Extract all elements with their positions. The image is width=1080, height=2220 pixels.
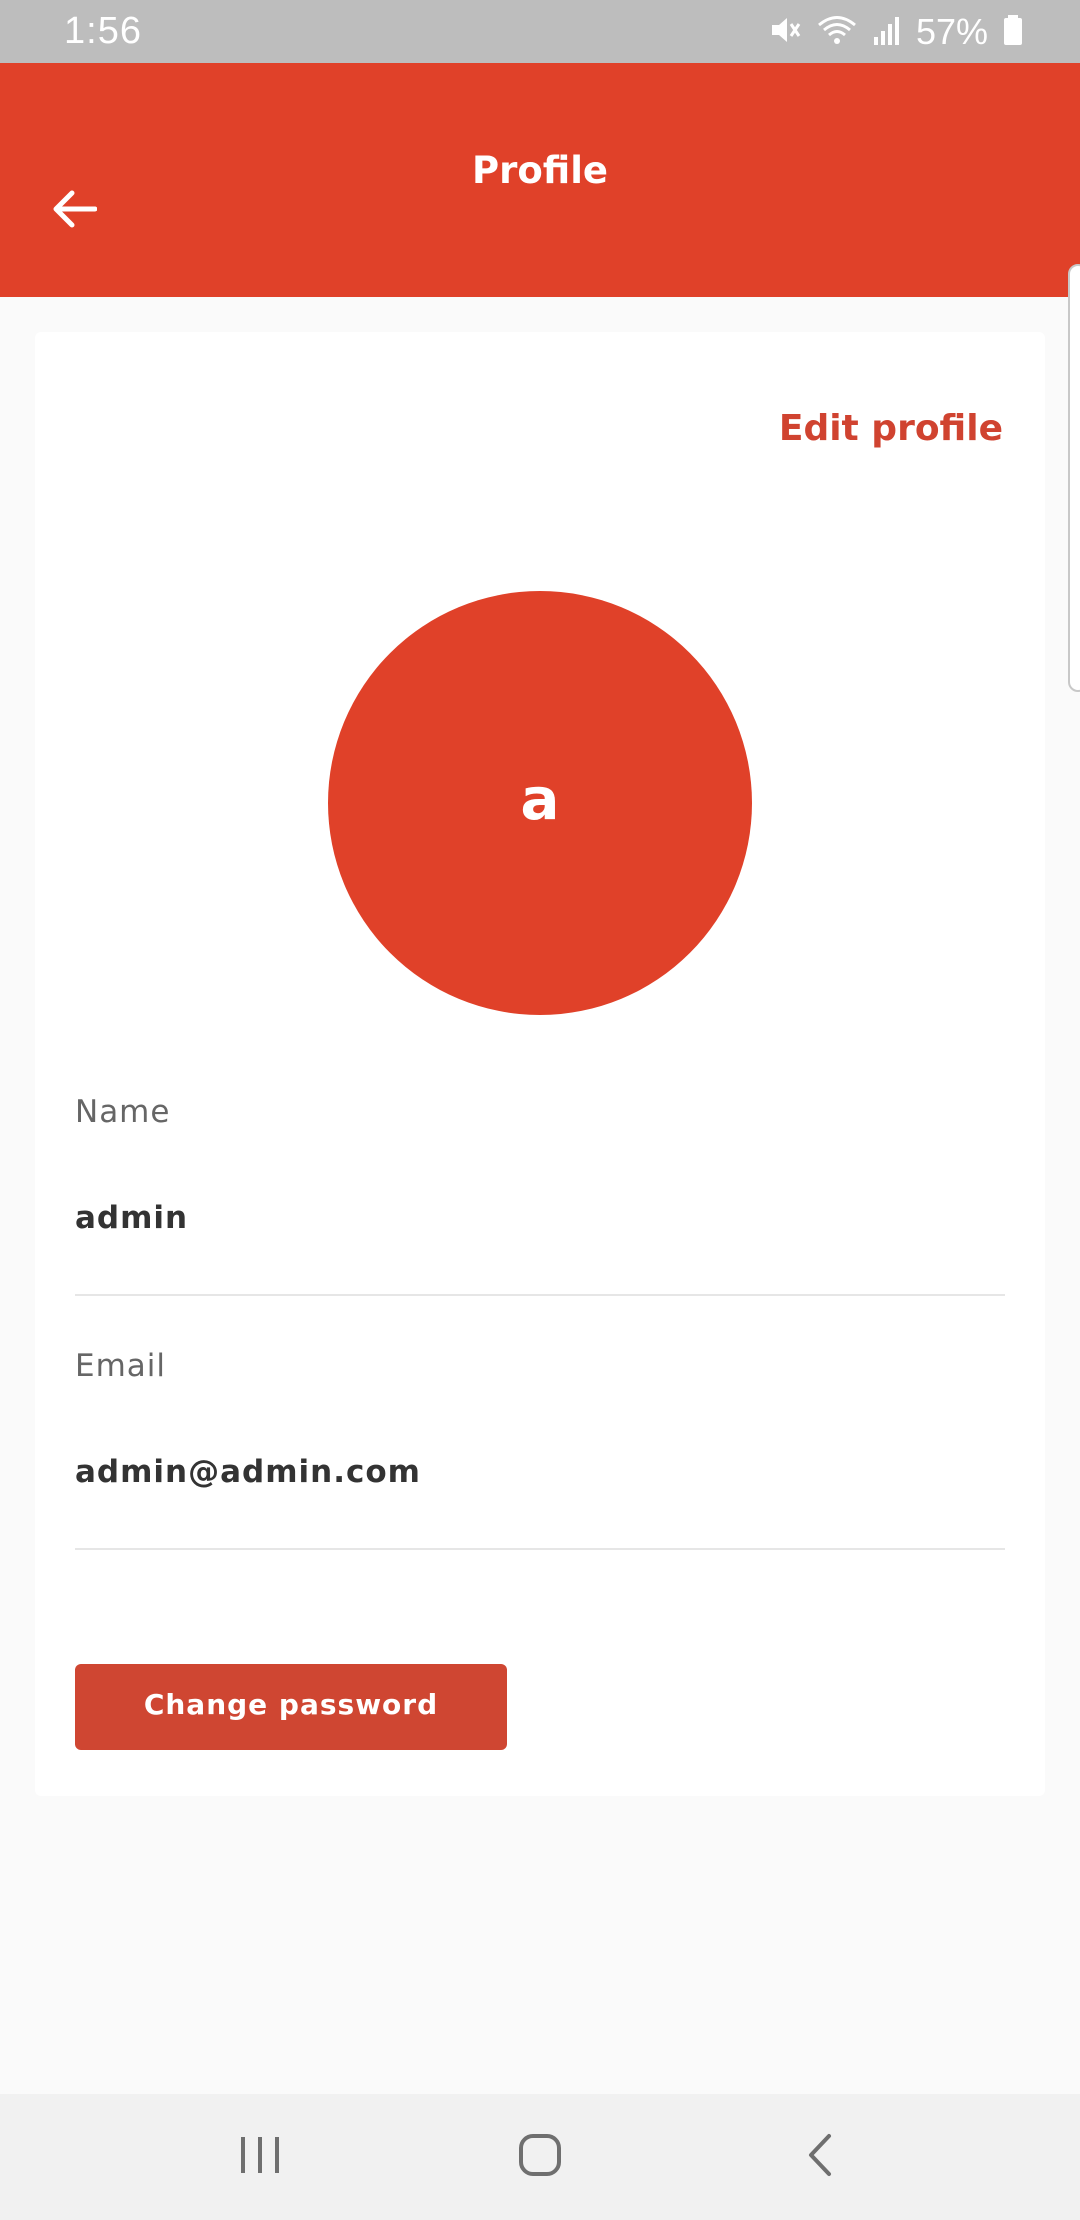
recents-button[interactable] — [210, 2107, 310, 2207]
profile-card: Edit profile a Name admin Email admin@ad… — [35, 332, 1045, 1796]
name-value: admin — [75, 1200, 189, 1236]
name-label: Name — [75, 1094, 171, 1130]
status-bar: 1:56 57% — [0, 0, 1080, 63]
email-value: admin@admin.com — [75, 1454, 421, 1490]
home-icon — [517, 2132, 563, 2182]
avatar: a — [328, 591, 752, 1015]
edge-panel-handle[interactable] — [1068, 264, 1080, 692]
home-button[interactable] — [490, 2107, 590, 2207]
system-nav-bar — [0, 2094, 1080, 2220]
recents-icon — [237, 2134, 283, 2180]
page-title: Profile — [472, 149, 608, 192]
change-password-button[interactable]: Change password — [75, 1664, 507, 1750]
app-bar: Profile — [0, 63, 1080, 297]
edit-profile-link[interactable]: Edit profile — [779, 404, 1003, 454]
signal-icon — [872, 13, 902, 51]
avatar-initial: a — [520, 765, 560, 833]
back-icon — [805, 2132, 835, 2182]
nav-back-button[interactable] — [770, 2107, 870, 2207]
battery-percentage: 57% — [915, 10, 988, 52]
status-icons: 57% — [768, 11, 1024, 53]
email-label: Email — [75, 1348, 167, 1384]
mute-icon — [768, 13, 802, 51]
email-field: Email admin@admin.com — [75, 1336, 1005, 1550]
name-field: Name admin — [75, 1082, 1005, 1296]
battery-icon — [1002, 13, 1024, 51]
status-time: 1:56 — [64, 10, 142, 52]
wifi-icon — [816, 13, 858, 51]
